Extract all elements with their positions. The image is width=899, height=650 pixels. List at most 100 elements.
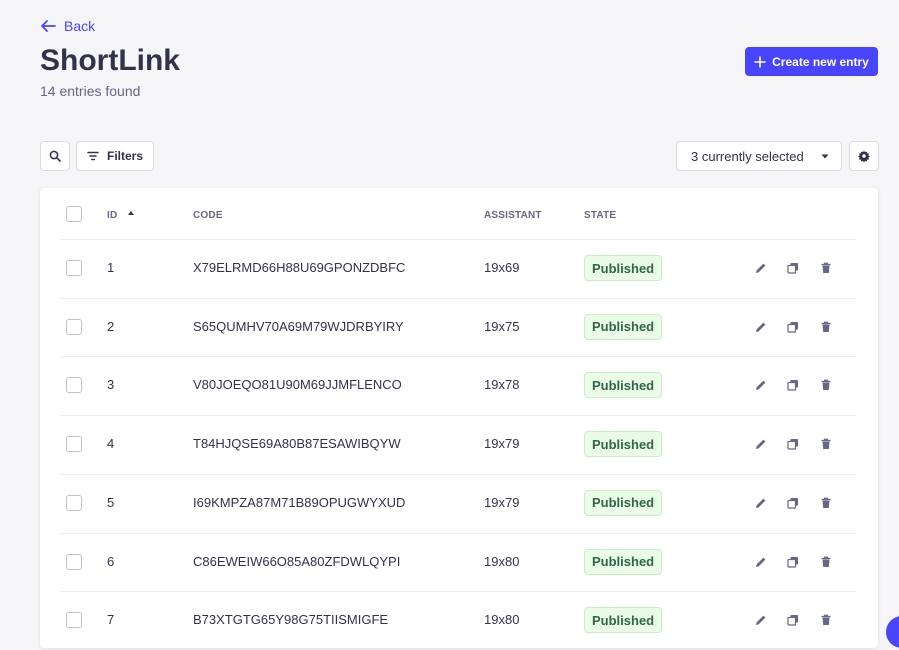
duplicate-icon bbox=[787, 321, 798, 333]
duplicate-icon bbox=[787, 263, 798, 274]
row-divider bbox=[60, 239, 856, 240]
delete-button[interactable] bbox=[819, 613, 833, 627]
delete-button[interactable] bbox=[819, 320, 833, 334]
table-row[interactable]: 4 T84HJQSE69A80B87ESAWIBQYW 19x79 Published bbox=[40, 415, 878, 474]
trash-icon bbox=[821, 614, 831, 626]
entries-table: ID CODE ASSISTANT STATE 1 X79ELRMD66H88U6… bbox=[40, 188, 878, 648]
row-divider bbox=[60, 356, 856, 358]
filters-button[interactable]: Filters bbox=[76, 141, 154, 171]
entries-count: 14 entries found bbox=[40, 83, 141, 99]
row-checkbox[interactable] bbox=[66, 377, 82, 394]
cell-code: S65QUMHV70A69M79WJDRBYIRY bbox=[193, 318, 404, 334]
status-badge: Published bbox=[584, 313, 663, 340]
gear-icon bbox=[858, 150, 870, 162]
trash-icon bbox=[821, 379, 831, 391]
row-checkbox[interactable] bbox=[66, 553, 82, 570]
cell-id: 6 bbox=[107, 553, 115, 569]
table-header: ID CODE ASSISTANT STATE bbox=[40, 188, 878, 240]
column-header-id[interactable]: ID bbox=[107, 210, 117, 221]
cell-assistant: 19x79 bbox=[484, 494, 520, 510]
duplicate-button[interactable] bbox=[786, 261, 800, 275]
edit-button[interactable] bbox=[754, 378, 768, 392]
trash-icon bbox=[821, 438, 831, 450]
chevron-down-icon bbox=[821, 154, 829, 159]
edit-button[interactable] bbox=[754, 437, 768, 451]
table-row[interactable]: 2 S65QUMHV70A69M79WJDRBYIRY 19x75 Published bbox=[40, 297, 878, 357]
duplicate-button[interactable] bbox=[786, 378, 800, 392]
delete-button[interactable] bbox=[819, 378, 833, 392]
row-divider bbox=[60, 532, 856, 534]
delete-button[interactable] bbox=[819, 261, 833, 275]
delete-button[interactable] bbox=[819, 555, 833, 569]
edit-button[interactable] bbox=[754, 613, 768, 627]
status-badge: Published bbox=[584, 431, 663, 458]
cell-code: I69KMPZA87M71B89OPUGWYXUD bbox=[193, 494, 406, 510]
cell-assistant: 19x75 bbox=[484, 318, 520, 334]
cell-assistant: 19x79 bbox=[484, 436, 520, 452]
table-row[interactable]: 7 B73XTGTG65Y98G75TIISMIGFE 19x80 Published bbox=[40, 591, 878, 650]
settings-button[interactable] bbox=[849, 141, 879, 171]
row-checkbox[interactable] bbox=[66, 260, 82, 276]
cell-id: 2 bbox=[107, 318, 115, 334]
table-row[interactable]: 3 V80JOEQO81U90M69JJMFLENCO 19x78 Published bbox=[40, 356, 878, 415]
cell-code: C86EWEIW66O85A80ZFDWLQYPI bbox=[193, 553, 401, 569]
cell-code: X79ELRMD66H88U69GPONZDBFC bbox=[193, 260, 406, 275]
pencil-icon bbox=[756, 439, 766, 450]
table-row[interactable]: 1 X79ELRMD66H88U69GPONZDBFC 19x69 Published bbox=[40, 239, 878, 298]
column-header-assistant[interactable]: ASSISTANT bbox=[484, 210, 542, 221]
edit-button[interactable] bbox=[754, 320, 768, 334]
row-divider bbox=[60, 297, 856, 299]
create-button-label: Create new entry bbox=[772, 54, 869, 69]
edit-button[interactable] bbox=[754, 555, 768, 569]
sort-ascending-icon[interactable] bbox=[128, 211, 134, 215]
cell-id: 5 bbox=[107, 494, 115, 510]
duplicate-button[interactable] bbox=[786, 320, 800, 334]
search-button[interactable] bbox=[40, 141, 70, 171]
delete-button[interactable] bbox=[819, 437, 833, 451]
cell-id: 4 bbox=[107, 436, 115, 452]
row-checkbox[interactable] bbox=[66, 318, 82, 335]
duplicate-icon bbox=[787, 556, 798, 568]
column-header-state[interactable]: STATE bbox=[584, 210, 616, 221]
edit-button[interactable] bbox=[754, 261, 768, 275]
trash-icon bbox=[821, 262, 831, 273]
status-badge: Published bbox=[584, 607, 663, 634]
help-button[interactable] bbox=[886, 616, 899, 648]
cell-id: 1 bbox=[107, 260, 115, 275]
row-checkbox[interactable] bbox=[66, 436, 82, 453]
row-divider bbox=[60, 473, 856, 475]
cell-assistant: 19x78 bbox=[484, 377, 520, 393]
columns-select[interactable]: 3 currently selected bbox=[676, 141, 842, 171]
pencil-icon bbox=[756, 263, 766, 273]
row-checkbox[interactable] bbox=[66, 494, 82, 511]
delete-button[interactable] bbox=[819, 496, 833, 510]
trash-icon bbox=[821, 497, 831, 508]
duplicate-icon bbox=[787, 615, 798, 626]
back-label: Back bbox=[64, 18, 96, 34]
status-badge: Published bbox=[584, 548, 663, 575]
cell-assistant: 19x80 bbox=[484, 553, 520, 569]
duplicate-button[interactable] bbox=[786, 437, 800, 451]
row-checkbox[interactable] bbox=[66, 612, 82, 629]
column-header-code[interactable]: CODE bbox=[193, 210, 223, 221]
pencil-icon bbox=[756, 498, 766, 508]
table-row[interactable]: 5 I69KMPZA87M71B89OPUGWYXUD 19x79 Published bbox=[40, 473, 878, 533]
duplicate-button[interactable] bbox=[786, 555, 800, 569]
status-badge: Published bbox=[584, 255, 663, 281]
duplicate-button[interactable] bbox=[786, 496, 800, 510]
search-icon bbox=[49, 150, 61, 162]
duplicate-icon bbox=[787, 380, 798, 391]
pencil-icon bbox=[756, 615, 766, 626]
status-badge: Published bbox=[584, 372, 663, 399]
cell-code: V80JOEQO81U90M69JJMFLENCO bbox=[193, 377, 402, 393]
row-divider bbox=[60, 415, 856, 417]
duplicate-button[interactable] bbox=[786, 613, 800, 627]
table-row[interactable]: 6 C86EWEIW66O85A80ZFDWLQYPI 19x80 Published bbox=[40, 532, 878, 592]
edit-button[interactable] bbox=[754, 496, 768, 510]
back-link[interactable]: Back bbox=[40, 18, 95, 34]
columns-select-value: 3 currently selected bbox=[691, 148, 804, 164]
create-new-entry-button[interactable]: Create new entry bbox=[745, 47, 878, 76]
page-title: ShortLink bbox=[40, 44, 180, 77]
select-all-checkbox[interactable] bbox=[66, 206, 82, 222]
pencil-icon bbox=[756, 322, 766, 332]
